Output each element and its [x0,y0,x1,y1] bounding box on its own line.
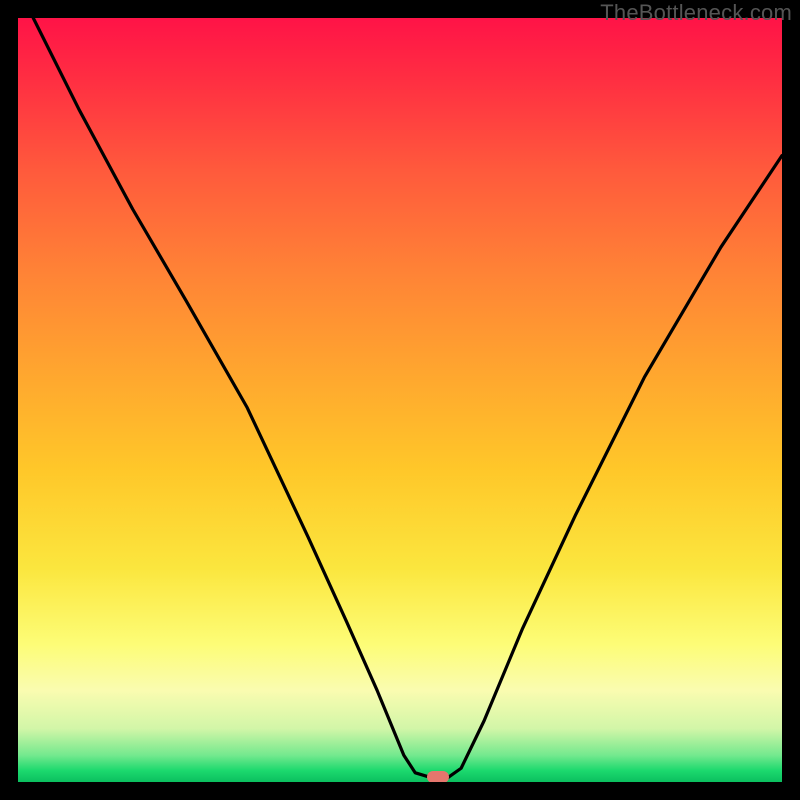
watermark-text: TheBottleneck.com [600,0,792,26]
plot-area [18,18,782,782]
chart-container: TheBottleneck.com [0,0,800,800]
bottleneck-marker-icon [427,771,449,782]
bottleneck-curve [18,18,782,782]
